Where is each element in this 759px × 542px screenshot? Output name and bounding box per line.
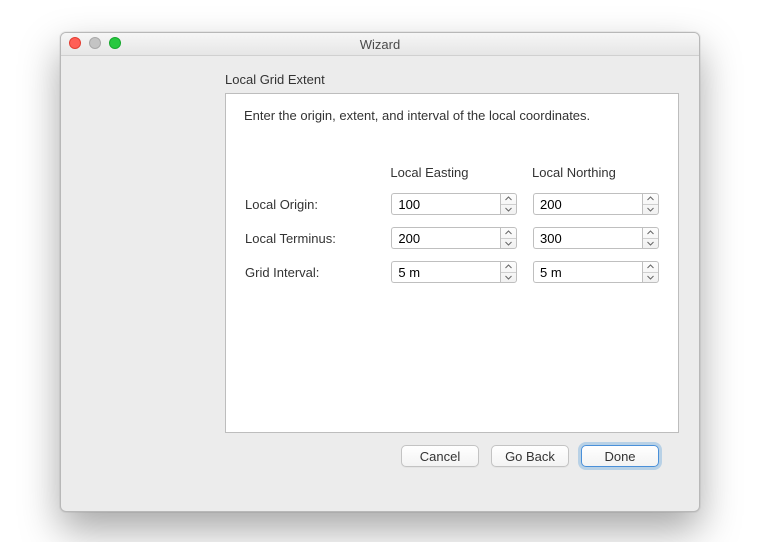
- terminus-easting-stepper[interactable]: [391, 227, 517, 249]
- stepper-buttons[interactable]: [500, 193, 517, 215]
- chevron-down-icon[interactable]: [643, 273, 658, 283]
- section-title: Local Grid Extent: [225, 72, 679, 87]
- chevron-up-icon[interactable]: [643, 262, 658, 273]
- chevron-up-icon[interactable]: [501, 194, 516, 205]
- done-button[interactable]: Done: [581, 445, 659, 467]
- origin-northing-input[interactable]: [533, 193, 642, 215]
- window-title: Wizard: [360, 37, 400, 52]
- minimize-icon: [89, 37, 101, 49]
- chevron-up-icon[interactable]: [643, 228, 658, 239]
- zoom-icon[interactable]: [109, 37, 121, 49]
- col-header-northing: Local Northing: [532, 165, 660, 182]
- terminus-easting-input[interactable]: [391, 227, 500, 249]
- col-header-easting: Local Easting: [390, 165, 518, 182]
- interval-easting-stepper[interactable]: [391, 261, 517, 283]
- terminus-northing-stepper[interactable]: [533, 227, 659, 249]
- chevron-up-icon[interactable]: [643, 194, 658, 205]
- row-terminus: Local Terminus:: [244, 226, 660, 250]
- stepper-buttons[interactable]: [642, 193, 659, 215]
- origin-easting-input[interactable]: [391, 193, 500, 215]
- label-origin: Local Origin:: [244, 192, 390, 216]
- chevron-down-icon[interactable]: [643, 239, 658, 249]
- label-terminus: Local Terminus:: [244, 226, 390, 250]
- grid-table: Local Easting Local Northing Local Origi…: [244, 155, 660, 294]
- titlebar: Wizard: [61, 33, 699, 56]
- row-origin: Local Origin:: [244, 192, 660, 216]
- footer-buttons: Cancel Go Back Done: [225, 433, 679, 467]
- chevron-down-icon[interactable]: [501, 239, 516, 249]
- interval-easting-input[interactable]: [391, 261, 500, 283]
- traffic-lights: [69, 37, 121, 49]
- stepper-buttons[interactable]: [500, 261, 517, 283]
- chevron-down-icon[interactable]: [643, 205, 658, 215]
- close-icon[interactable]: [69, 37, 81, 49]
- origin-easting-stepper[interactable]: [391, 193, 517, 215]
- stepper-buttons[interactable]: [500, 227, 517, 249]
- chevron-up-icon[interactable]: [501, 262, 516, 273]
- instruction-text: Enter the origin, extent, and interval o…: [244, 108, 660, 123]
- go-back-button[interactable]: Go Back: [491, 445, 569, 467]
- content-area: Local Grid Extent Enter the origin, exte…: [61, 56, 699, 483]
- terminus-northing-input[interactable]: [533, 227, 642, 249]
- chevron-down-icon[interactable]: [501, 273, 516, 283]
- origin-northing-stepper[interactable]: [533, 193, 659, 215]
- cancel-button[interactable]: Cancel: [401, 445, 479, 467]
- chevron-up-icon[interactable]: [501, 228, 516, 239]
- chevron-down-icon[interactable]: [501, 205, 516, 215]
- row-interval: Grid Interval:: [244, 260, 660, 284]
- stepper-buttons[interactable]: [642, 261, 659, 283]
- label-interval: Grid Interval:: [244, 260, 390, 284]
- wizard-window: Wizard Local Grid Extent Enter the origi…: [60, 32, 700, 512]
- form-panel: Enter the origin, extent, and interval o…: [225, 93, 679, 433]
- interval-northing-input[interactable]: [533, 261, 642, 283]
- interval-northing-stepper[interactable]: [533, 261, 659, 283]
- stepper-buttons[interactable]: [642, 227, 659, 249]
